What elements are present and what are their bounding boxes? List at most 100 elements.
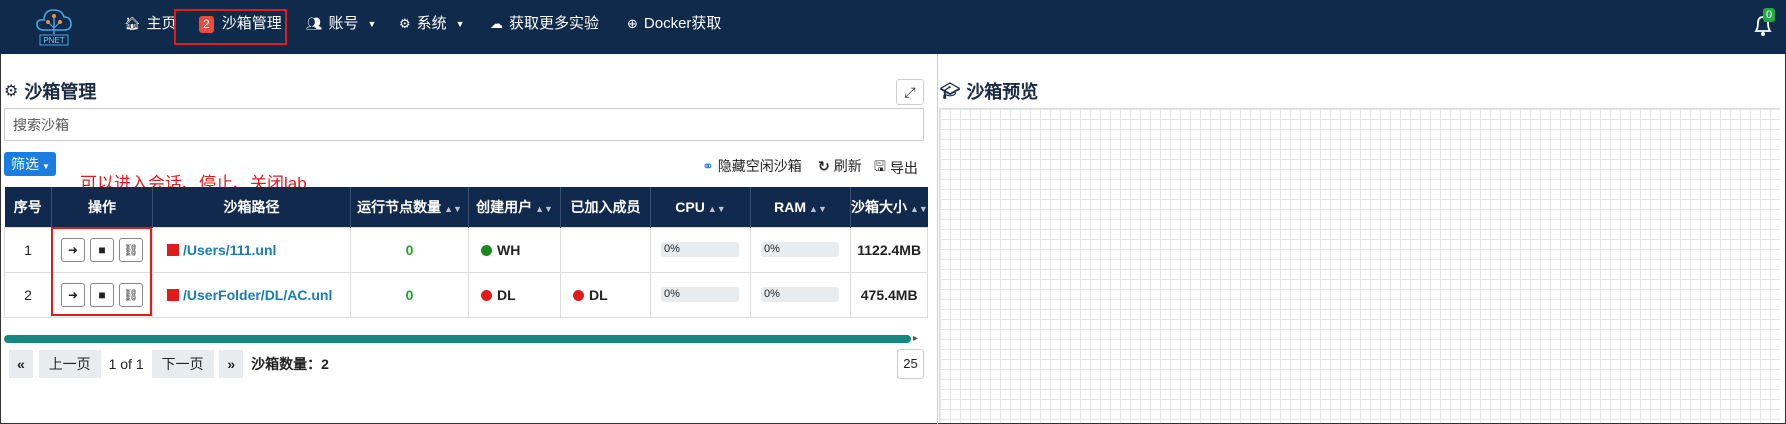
last-page-button[interactable]: »	[219, 350, 244, 378]
col-creator[interactable]: 创建用户 ▲▼	[468, 187, 561, 227]
row-size: 475.4MB	[849, 271, 929, 318]
nav-account[interactable]: 👥︎ 账号 ▼	[306, 0, 376, 48]
row-ram: 0%	[750, 226, 851, 273]
nav-home-label: 主页	[146, 15, 177, 32]
search-input[interactable]	[4, 108, 924, 141]
chevron-down-icon: ▼	[367, 19, 377, 29]
horizontal-scrollbar[interactable]	[4, 335, 911, 343]
sort-icon: ▲▼	[809, 203, 827, 214]
per-page-select[interactable]: 25	[897, 349, 924, 379]
row-running-nodes: 0	[350, 226, 469, 273]
row-path-text: /UserFolder/DL/AC.unl	[183, 286, 333, 303]
offline-status-dot	[481, 289, 492, 301]
page-info: 1 of 1	[108, 356, 144, 372]
col-creator-label: 创建用户	[476, 198, 533, 215]
first-page-button[interactable]: «	[9, 350, 33, 378]
row-cpu: 0%	[650, 271, 751, 318]
col-index: 序号	[4, 187, 52, 227]
col-index-label: 序号	[13, 198, 42, 215]
sort-icon: ▲▼	[535, 203, 553, 214]
sandbox-management-title: ⚙ 沙箱管理	[4, 78, 96, 104]
row-creator: WH	[468, 226, 561, 273]
col-cpu-label: CPU	[675, 198, 705, 215]
users-icon: 👥︎	[306, 16, 323, 31]
hide-idle-toggle[interactable]: ⚭ 隐藏空闲沙箱	[702, 156, 802, 176]
row-creator-text: WH	[497, 241, 521, 258]
row-path[interactable]: /UserFolder/DL/AC.unl	[152, 271, 351, 318]
offline-status-dot	[573, 289, 584, 301]
row-members-text: DL	[589, 286, 608, 303]
cpu-progress-bar: 0%	[661, 287, 739, 302]
svg-text:PNET: PNET	[43, 36, 64, 45]
sandbox-preview-title: 🎓︎ 沙箱预览	[940, 78, 1038, 104]
nav-docker[interactable]: ⊕ Docker获取	[627, 0, 721, 48]
lab-status-square	[167, 243, 179, 256]
col-running-nodes[interactable]: 运行节点数量 ▲▼	[350, 187, 469, 227]
pnet-logo[interactable]: PNET	[34, 4, 74, 46]
row-running-nodes: 0	[350, 271, 469, 318]
refresh-label: 刷新	[833, 158, 862, 174]
refresh-button[interactable]: ↻ 刷新	[818, 156, 862, 176]
col-path-label: 沙箱路径	[223, 198, 280, 215]
online-status-dot	[481, 244, 492, 256]
sort-icon: ▲▼	[707, 203, 726, 214]
col-cpu[interactable]: CPU ▲▼	[650, 187, 751, 227]
row-cpu: 0%	[650, 226, 751, 273]
row-index: 1	[4, 226, 52, 273]
panel-divider	[937, 54, 938, 424]
nav-get-more-labs-label: 获取更多实验	[509, 15, 600, 32]
filter-label: 筛选	[11, 156, 39, 172]
scroll-right-arrow[interactable]: ▸	[913, 333, 918, 344]
notification-badge: 0	[1763, 8, 1776, 22]
export-label: 导出	[889, 160, 918, 176]
col-members-label: 已加入成员	[570, 198, 641, 215]
expand-icon: ⤢	[904, 83, 916, 100]
sort-icon: ▲▼	[444, 203, 462, 214]
cloud-download-icon: ☁	[490, 16, 503, 31]
home-icon: 🏠︎	[124, 16, 141, 31]
row-path-text: /Users/111.unl	[183, 241, 277, 258]
next-page-button[interactable]: 下一页	[151, 350, 214, 378]
refresh-icon: ↻	[818, 157, 830, 174]
chevron-down-icon: ▼	[42, 162, 50, 171]
col-size[interactable]: 沙箱大小 ▲▼	[850, 187, 928, 227]
ram-progress-bar: 0%	[761, 287, 839, 302]
ram-progress-bar: 0%	[761, 242, 839, 257]
expand-button[interactable]: ⤢	[896, 79, 924, 105]
nav-get-more-labs[interactable]: ☁ 获取更多实验	[490, 0, 599, 48]
sandbox-count-label: 沙箱数量：	[251, 356, 322, 372]
row-creator: DL	[468, 271, 561, 318]
actions-highlight-box	[51, 227, 152, 316]
row-members: DL	[560, 271, 651, 318]
nav-system[interactable]: ⚙ 系统 ▼	[399, 0, 465, 48]
row-index: 2	[4, 271, 52, 318]
row-creator-text: DL	[497, 286, 516, 303]
plus-circle-icon: ⊕	[627, 16, 638, 31]
filter-button[interactable]: 筛选 ▼	[4, 152, 56, 176]
col-actions: 操作	[51, 187, 153, 227]
graduation-cap-icon: 🎓︎	[940, 83, 961, 100]
col-members: 已加入成员	[560, 187, 651, 227]
pager: « 上一页 1 of 1 下一页 » 沙箱数量：2	[9, 350, 329, 378]
col-ram-label: RAM	[774, 198, 807, 215]
col-actions-label: 操作	[88, 198, 116, 215]
col-path: 沙箱路径	[152, 187, 351, 227]
hide-idle-label: 隐藏空闲沙箱	[717, 158, 802, 174]
row-path[interactable]: /Users/111.unl	[152, 226, 351, 273]
nav-account-label: 账号	[328, 15, 359, 32]
preview-canvas[interactable]	[939, 108, 1780, 423]
prev-page-button[interactable]: 上一页	[38, 350, 101, 378]
nav-highlight-box	[174, 9, 287, 45]
nav-docker-label: Docker获取	[643, 15, 722, 32]
top-navbar: PNET 🏠︎ 主页 2 沙箱管理 👥︎ 账号 ▼ ⚙ 系统 ▼ ☁ 获取更多实…	[0, 0, 1786, 54]
row-members	[560, 226, 651, 273]
row-size: 1122.4MB	[849, 226, 929, 273]
table-header-row: 序号 操作 沙箱路径 运行节点数量 ▲▼ 创建用户 ▲▼ 已加入成员 CPU ▲▼ R…	[4, 187, 928, 227]
lab-status-square	[167, 288, 179, 301]
sandbox-count: 2	[321, 356, 329, 372]
toggle-icon: ⚭	[702, 157, 714, 174]
nav-home[interactable]: 🏠︎ 主页	[124, 0, 177, 48]
gear-icon: ⚙	[399, 16, 411, 31]
export-button[interactable]: 🖫︎ 导出	[874, 156, 918, 180]
col-ram[interactable]: RAM ▲▼	[750, 187, 851, 227]
